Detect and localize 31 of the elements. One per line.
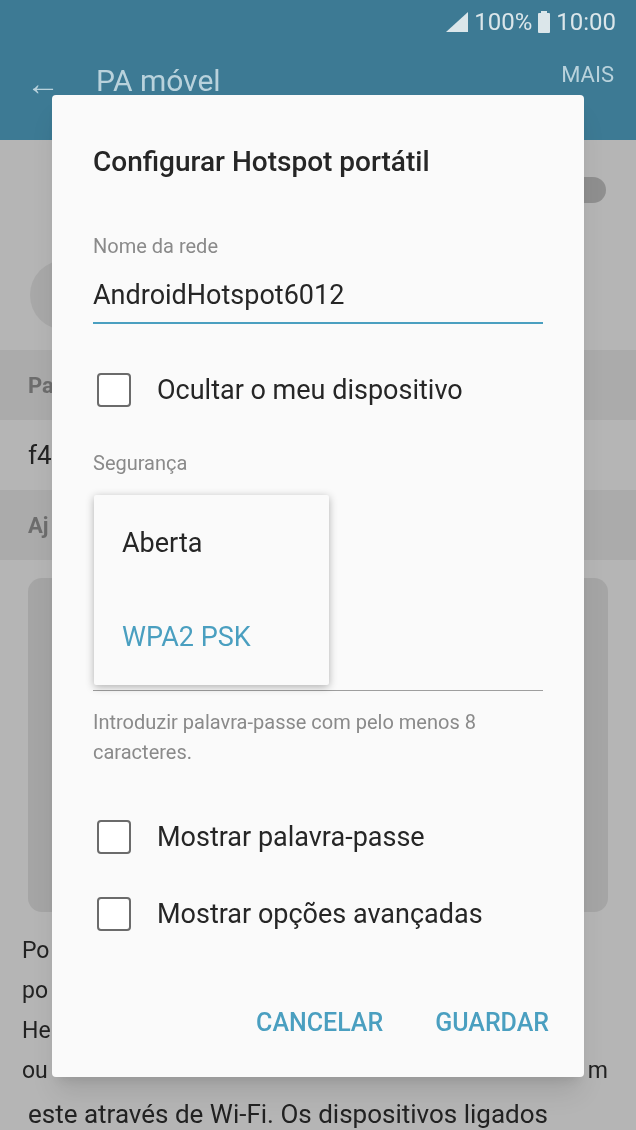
clock: 10:00 [556, 7, 616, 38]
dropdown-option[interactable]: Aberta [94, 496, 329, 590]
paragraph-text: este através de Wi-Fi. Os dispositivos ligados [28, 1101, 548, 1127]
dropdown-option[interactable]: WPA2 PSK [94, 590, 329, 684]
checkbox[interactable] [97, 372, 131, 407]
checkbox[interactable] [97, 896, 131, 931]
paragraph-text: m [587, 1058, 608, 1082]
battery-percent: 100% [474, 7, 533, 38]
checkbox-label: Ocultar o meu dispositivo [157, 372, 463, 408]
section-title: Aj [28, 511, 49, 540]
checkbox-label: Mostrar opções avançadas [157, 896, 483, 932]
back-button[interactable]: ← [26, 58, 60, 109]
dialog-button[interactable]: GUARDAR [435, 1004, 549, 1042]
paragraph-text: He [22, 1018, 51, 1042]
hint-text: Introduzir palavra-passe com pelo menos 8 caracteres. [93, 709, 477, 766]
section-title: Pa [28, 371, 54, 400]
list-text: f4 [28, 438, 52, 472]
more-button[interactable]: MAIS [561, 58, 614, 91]
screen-title: PA móvel [96, 62, 222, 100]
dialog-title: Configurar Hotspot portátil [93, 144, 431, 180]
dialog-button[interactable]: CANCELAR [256, 1004, 384, 1042]
paragraph-text: ou [22, 1058, 48, 1082]
paragraph-text: Po [22, 938, 50, 962]
checkbox-label: Mostrar palavra-passe [157, 820, 425, 855]
signal-icon [446, 12, 469, 32]
network-name-field[interactable]: AndroidHotspot6012 [93, 275, 543, 324]
field-label: Segurança [93, 450, 189, 477]
battery-icon [538, 11, 551, 33]
field-label: Nome da rede [93, 233, 219, 260]
checkbox[interactable] [97, 820, 131, 855]
paragraph-text: po [22, 978, 49, 1002]
